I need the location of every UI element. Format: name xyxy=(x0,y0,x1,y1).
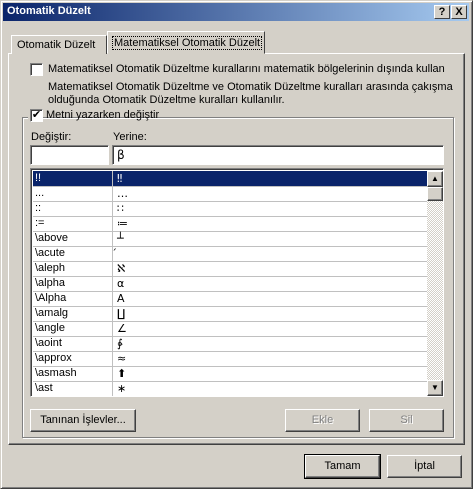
list-row[interactable]: \angle ∠ xyxy=(33,321,428,337)
scroll-down-arrow-icon[interactable]: ▼ xyxy=(427,380,443,396)
list-row[interactable]: !! ‼ xyxy=(33,171,428,187)
list-row[interactable]: \asmash ⬆ xyxy=(33,366,428,382)
list-row-key: \aleph xyxy=(33,261,113,276)
scroll-thumb[interactable] xyxy=(427,187,443,201)
list-row-value: … xyxy=(117,187,128,200)
list-row-key: \acute xyxy=(33,246,113,261)
cancel-button[interactable]: İptal xyxy=(387,455,462,478)
list-row-value: Α xyxy=(117,292,125,305)
list-row[interactable]: \aleph ℵ xyxy=(33,261,428,277)
list-row-key: \asmash xyxy=(33,366,113,381)
close-button[interactable]: X xyxy=(451,5,467,19)
add-button[interactable]: Ekle xyxy=(285,409,360,432)
list-row-value: ‼ xyxy=(117,172,123,185)
list-row-value: ́ xyxy=(115,246,427,261)
conflict-note-line2: olduğunda Otomatik Düzeltme kuralları ku… xyxy=(48,94,285,106)
scroll-up-arrow-icon[interactable]: ▲ xyxy=(427,171,443,187)
replacement-list[interactable]: !! ‼ ... … ::∷ := ≔ \above ┴ \acuté \aleph ℵ… xyxy=(30,168,444,397)
list-row-value: ≈ xyxy=(117,352,127,365)
tab-math-autocorrect-label: Matematiksel Otomatik Düzelt xyxy=(111,36,263,50)
list-row-key: \Alpha xyxy=(33,291,113,306)
with-input[interactable]: β xyxy=(112,145,444,165)
list-row[interactable]: := ≔ xyxy=(33,216,428,232)
title-bar: Otomatik Düzelt ? X xyxy=(3,3,469,21)
list-row-key: !! xyxy=(33,171,113,186)
list-row-key: \aoint xyxy=(33,336,113,351)
list-row-value: ∐ xyxy=(117,307,126,320)
list-row-value: ⬆ xyxy=(117,367,127,380)
recognized-functions-button[interactable]: Tanınan İşlevler... xyxy=(30,409,136,432)
list-row-value: ∳ xyxy=(117,337,123,350)
tab-math-autocorrect[interactable]: Matematiksel Otomatik Düzelt xyxy=(107,31,265,54)
list-row-value: ∷ xyxy=(117,202,124,215)
conflict-note-line1: Matematiksel Otomatik Düzeltme ve Otomat… xyxy=(48,81,453,93)
tab-autocorrect-label: Otomatik Düzelt xyxy=(17,39,96,51)
list-row-key: :: xyxy=(33,201,113,216)
list-row[interactable]: \amalg ∐ xyxy=(33,306,428,322)
list-row[interactable]: \approx ≈ xyxy=(33,351,428,367)
help-button[interactable]: ? xyxy=(434,5,450,19)
list-row-key: \angle xyxy=(33,321,113,336)
outside-math-label: Matematiksel Otomatik Düzeltme kuralları… xyxy=(48,63,445,75)
list-row-key: \alpha xyxy=(33,276,113,291)
replace-label: Değiştir: xyxy=(31,131,72,143)
outside-math-checkbox[interactable] xyxy=(30,63,43,76)
list-row[interactable]: \ast ∗ xyxy=(33,381,428,396)
list-row-value: α xyxy=(117,277,125,290)
list-row[interactable]: \alpha α xyxy=(33,276,428,292)
list-row[interactable]: \Alpha Α xyxy=(33,291,428,307)
list-row[interactable]: \aoint ∳ xyxy=(33,336,428,352)
list-row-value: ℵ xyxy=(117,262,126,275)
list-row-key: \above xyxy=(33,231,113,246)
list-row-value: ∗ xyxy=(117,382,127,395)
tab-autocorrect[interactable]: Otomatik Düzelt xyxy=(11,35,107,54)
list-row[interactable]: ... … xyxy=(33,186,428,202)
replace-as-type-label: Metni yazarken değiştir xyxy=(46,109,160,121)
list-row-key: ... xyxy=(33,186,113,201)
list-row-key: \approx xyxy=(33,351,113,366)
ok-button[interactable]: Tamam xyxy=(304,454,381,479)
list-row-value: ≔ xyxy=(117,217,128,230)
list-row[interactable]: \acuté xyxy=(33,246,428,262)
replace-input[interactable] xyxy=(30,145,109,165)
list-scrollbar[interactable]: ▲ ▼ xyxy=(427,171,443,396)
list-row-key: \ast xyxy=(33,381,113,396)
replace-as-type-row: ✔ Metni yazarken değiştir xyxy=(28,109,159,123)
list-row-key: := xyxy=(33,216,113,231)
window-title: Otomatik Düzelt xyxy=(7,5,91,17)
with-label: Yerine: xyxy=(113,131,147,143)
replace-as-type-checkbox[interactable]: ✔ xyxy=(30,109,43,122)
list-row-value: ┴ xyxy=(117,232,124,245)
list-row-value: ∠ xyxy=(117,322,127,335)
list-row-key: \amalg xyxy=(33,306,113,321)
list-row[interactable]: \above ┴ xyxy=(33,231,428,247)
delete-button[interactable]: Sil xyxy=(369,409,444,432)
list-row[interactable]: :: ∷ xyxy=(33,201,428,217)
